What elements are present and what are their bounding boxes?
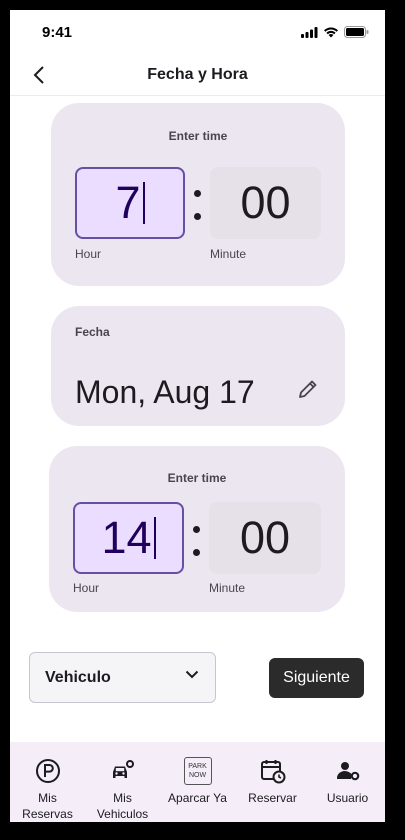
next-button[interactable]: Siguiente xyxy=(269,658,364,698)
start-minute-label: Minute xyxy=(210,247,247,261)
status-icons xyxy=(301,26,369,38)
chevron-down-icon xyxy=(185,670,199,679)
date-field[interactable]: Fecha Mon, Aug 17 xyxy=(51,306,345,426)
tab-label: Usuario xyxy=(326,791,369,805)
start-hour-value: 7 xyxy=(115,177,141,228)
end-hour-value: 14 xyxy=(101,512,152,563)
status-time: 9:41 xyxy=(42,24,73,41)
end-hour-input[interactable]: 14 xyxy=(73,502,184,574)
parking-icon xyxy=(34,757,62,785)
vehicle-dropdown-value: Vehiculo xyxy=(45,668,111,686)
navigation-bar: Fecha y Hora xyxy=(10,54,385,96)
status-bar: 9:41 xyxy=(10,10,385,54)
end-minute-label: Minute xyxy=(209,581,246,595)
tab-label: Mis Reservas xyxy=(22,791,73,821)
start-hour-label: Hour xyxy=(75,247,102,261)
end-minute-value: 00 xyxy=(239,512,291,563)
time-separator xyxy=(193,526,201,572)
bottom-tab-bar: Mis Reservas Mis Vehiculos PARK NOW Apar… xyxy=(10,742,385,822)
calendar-clock-icon xyxy=(259,757,287,785)
battery-icon xyxy=(344,26,369,38)
tab-mis-reservas[interactable]: Mis Reservas xyxy=(10,742,85,822)
tab-label: Reservar xyxy=(248,791,297,805)
start-time-picker-label: Enter time xyxy=(168,129,228,143)
time-separator xyxy=(194,190,202,236)
end-time-picker: Enter time 14 00 Hour Minute xyxy=(49,446,345,612)
user-settings-icon xyxy=(334,757,362,785)
wifi-icon xyxy=(324,27,338,37)
tab-mis-vehiculos[interactable]: Mis Vehiculos xyxy=(85,742,160,822)
tab-aparcar-ya[interactable]: PARK NOW Aparcar Ya xyxy=(160,742,235,822)
start-minute-input[interactable]: 00 xyxy=(210,167,321,239)
park-now-icon: PARK NOW xyxy=(183,757,212,785)
car-gear-icon xyxy=(109,757,137,785)
tab-label: Mis Vehiculos xyxy=(96,791,149,821)
start-hour-input[interactable]: 7 xyxy=(75,167,185,239)
tab-usuario[interactable]: Usuario xyxy=(310,742,385,822)
end-hour-label: Hour xyxy=(73,581,100,595)
edit-date-button[interactable] xyxy=(297,378,321,402)
end-time-picker-label: Enter time xyxy=(167,471,227,485)
date-value: Mon, Aug 17 xyxy=(75,374,255,410)
tab-label: Aparcar Ya xyxy=(168,791,227,805)
signal-icon xyxy=(301,26,318,38)
text-caret xyxy=(142,182,145,224)
start-minute-value: 00 xyxy=(240,177,291,228)
tab-reservar[interactable]: Reservar xyxy=(235,742,310,822)
vehicle-dropdown[interactable]: Vehiculo xyxy=(29,652,216,703)
text-caret xyxy=(153,517,156,559)
start-time-picker: Enter time 7 00 Hour Minute xyxy=(51,103,345,286)
page-title: Fecha y Hora xyxy=(147,66,248,83)
phone-screen: 9:41 Fecha y Hora Enter time 7 00 Hour M… xyxy=(10,10,385,822)
pencil-icon xyxy=(299,380,317,398)
end-minute-input[interactable]: 00 xyxy=(209,502,321,574)
date-label: Fecha xyxy=(75,325,110,339)
